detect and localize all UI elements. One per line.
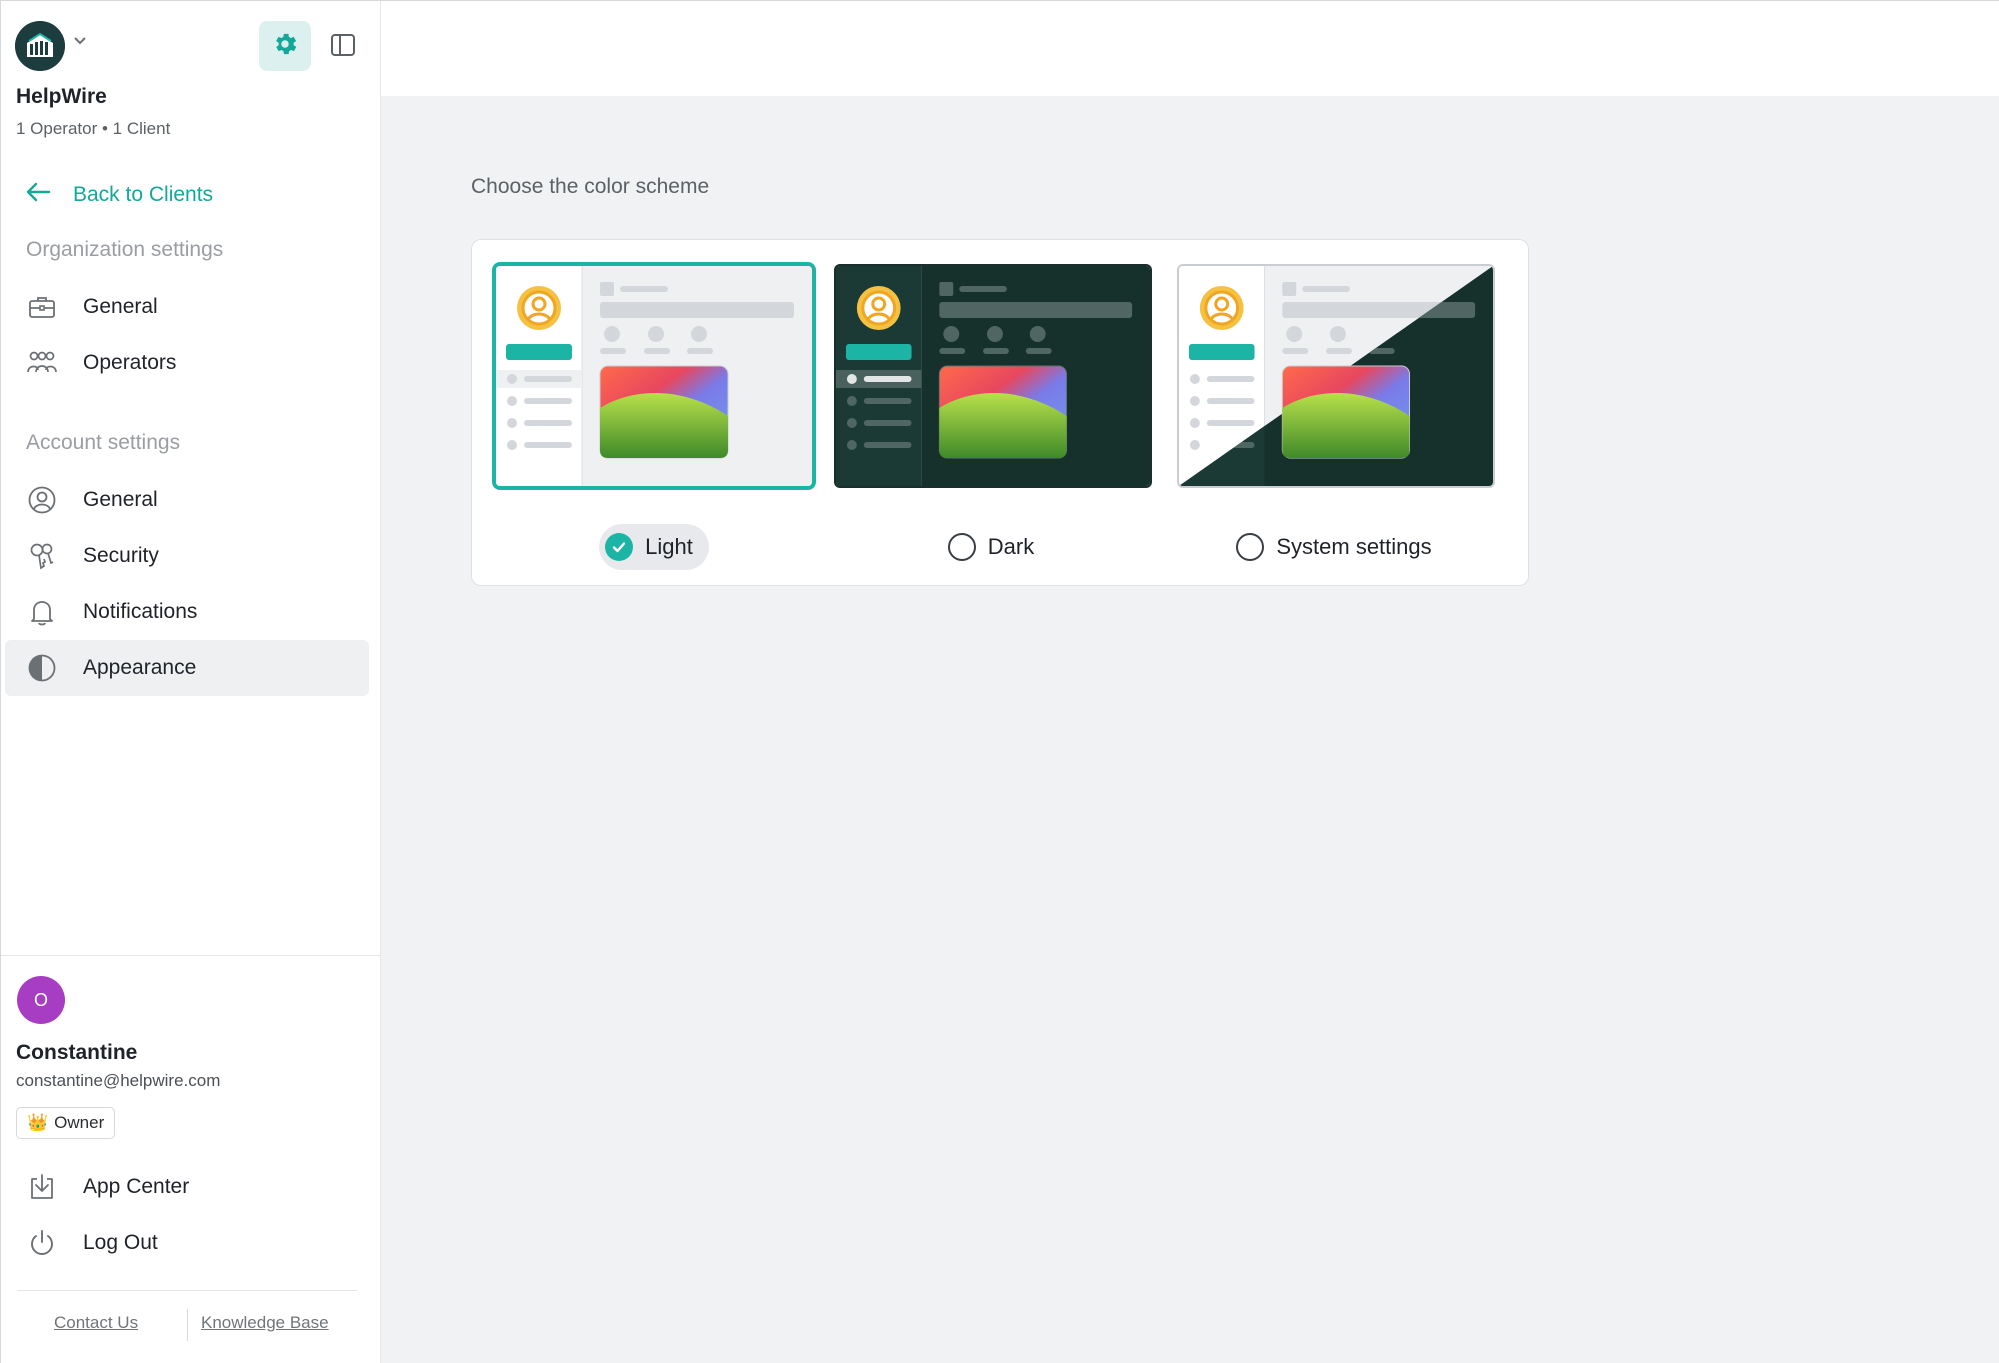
nav-appearance[interactable]: Appearance (5, 640, 369, 696)
sidebar-panel-icon (329, 31, 357, 64)
download-icon (25, 1170, 59, 1204)
org-settings-heading: Organization settings (26, 238, 224, 261)
main-content: Choose the color scheme Light Dark Syste… (381, 96, 1999, 1363)
chevron-down-icon[interactable] (73, 33, 87, 51)
log-out-button[interactable]: Log Out (5, 1215, 369, 1271)
footer-divider (17, 1290, 357, 1291)
radio-row: Dark (834, 524, 1158, 570)
option-label: System settings (1276, 534, 1432, 559)
nav-label: Log Out (83, 1231, 158, 1254)
org-meta: 1 Operator • 1 Client (16, 119, 171, 138)
system-settings-radio[interactable]: System settings (1230, 524, 1447, 570)
crown-icon: 👑 (27, 1113, 49, 1132)
nav-label: Appearance (83, 656, 197, 679)
top-bar (381, 1, 1999, 96)
back-to-clients-link[interactable]: Back to Clients (25, 179, 213, 211)
nav-label: General (83, 488, 158, 511)
briefcase-icon (25, 290, 59, 324)
nav-label: Notifications (83, 600, 198, 623)
nav-label: Operators (83, 351, 177, 374)
avatar[interactable]: O (17, 976, 65, 1024)
light-preview-image[interactable] (492, 262, 816, 490)
system-preview-image[interactable] (1177, 264, 1495, 488)
scheme-option-dark[interactable]: Dark (834, 262, 1158, 561)
nav-security[interactable]: Security (5, 528, 369, 584)
radio-empty-icon (1236, 533, 1265, 561)
role-badge: 👑 Owner (16, 1107, 116, 1139)
color-scheme-card: Light Dark System settings (471, 239, 1529, 586)
sidebar: HelpWire 1 Operator • 1 Client Back to C… (1, 1, 381, 1363)
nav-operators[interactable]: Operators (5, 335, 369, 391)
contrast-icon (25, 651, 59, 685)
nav-org-general[interactable]: General (5, 279, 369, 335)
dark-preview-image[interactable] (834, 264, 1152, 488)
power-icon (25, 1226, 59, 1260)
option-label: Dark (987, 534, 1035, 559)
arrow-left-icon (25, 181, 73, 209)
dark-radio[interactable]: Dark (942, 524, 1050, 570)
page-title: Choose the color scheme (471, 175, 710, 198)
scheme-option-light[interactable]: Light (492, 262, 816, 570)
radio-row: System settings (1177, 524, 1501, 570)
toggle-sidebar-button[interactable] (321, 25, 365, 69)
light-radio[interactable]: Light (599, 524, 709, 570)
sidebar-divider (1, 955, 381, 956)
nav-label: General (83, 295, 158, 318)
app-window: HelpWire 1 Operator • 1 Client Back to C… (0, 0, 1999, 1363)
keys-icon (25, 539, 59, 573)
back-to-clients-label: Back to Clients (73, 183, 214, 206)
nav-account-general[interactable]: General (5, 472, 369, 528)
user-circle-icon (25, 483, 59, 517)
users-icon (25, 346, 59, 380)
footer-separator (187, 1309, 188, 1341)
nav-label: Security (83, 544, 159, 567)
option-label: Light (645, 534, 693, 559)
radio-empty-icon (947, 533, 976, 561)
nav-notifications[interactable]: Notifications (5, 584, 369, 640)
role-label: Owner (54, 1113, 105, 1132)
nav-label: App Center (83, 1175, 190, 1198)
org-name: HelpWire (16, 85, 107, 108)
check-icon (605, 533, 634, 561)
knowledge-base-link[interactable]: Knowledge Base (201, 1313, 329, 1333)
user-email: constantine@helpwire.com (16, 1071, 221, 1090)
contact-us-link[interactable]: Contact Us (54, 1313, 138, 1333)
account-settings-heading: Account settings (26, 431, 181, 454)
bell-icon (25, 595, 59, 629)
scheme-option-system[interactable]: System settings (1177, 262, 1501, 561)
radio-row: Light (492, 524, 816, 570)
app-center-link[interactable]: App Center (5, 1159, 369, 1215)
user-name: Constantine (16, 1041, 138, 1064)
org-logo-icon[interactable] (15, 21, 65, 71)
gear-icon (271, 30, 299, 63)
settings-button[interactable] (259, 21, 311, 71)
